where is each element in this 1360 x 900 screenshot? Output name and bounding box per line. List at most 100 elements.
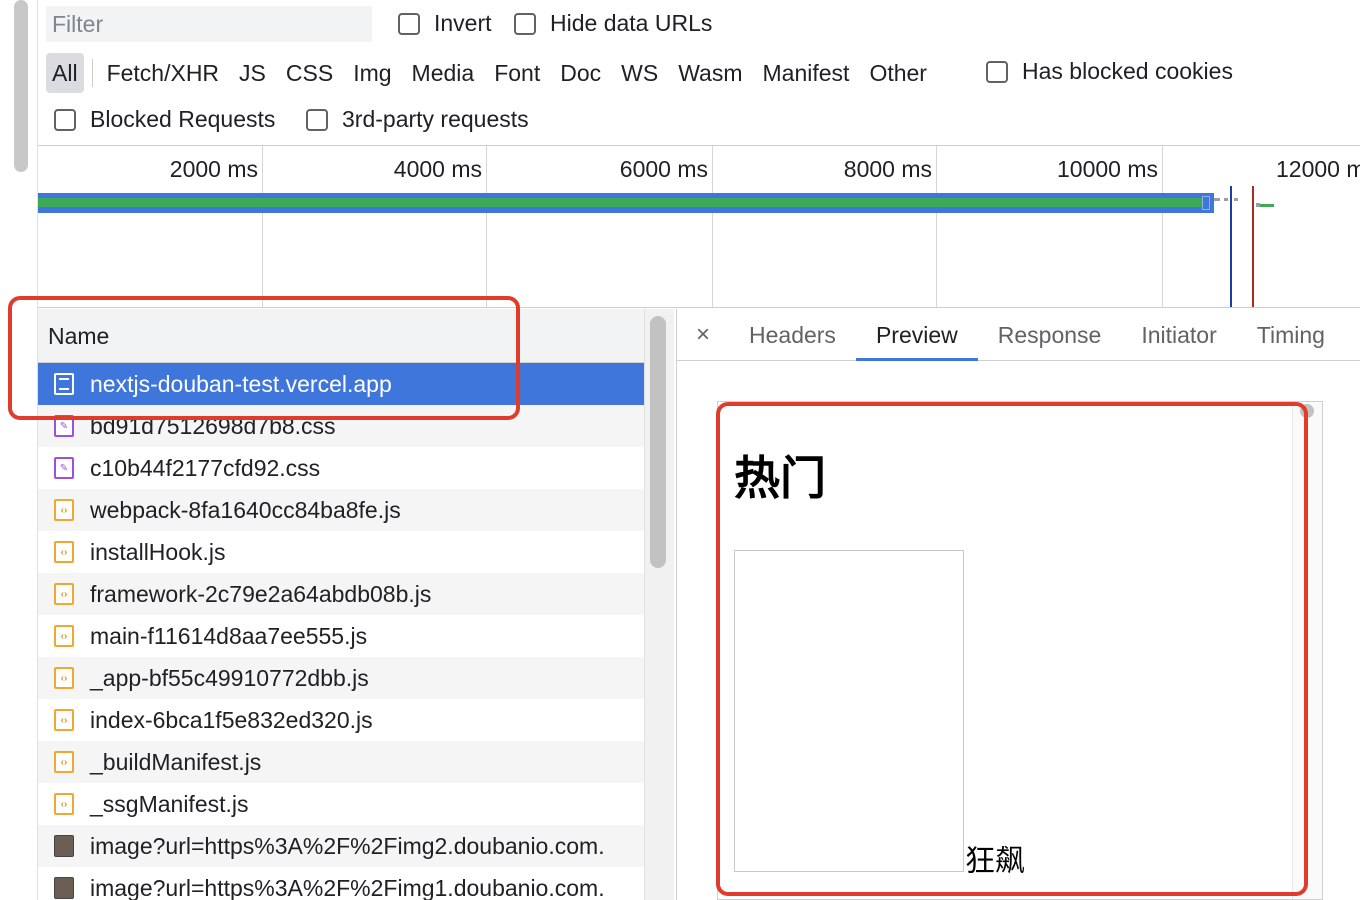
timeline-tick-label: 8000 ms bbox=[843, 156, 932, 182]
close-icon[interactable]: × bbox=[677, 321, 729, 349]
script-icon: ‹› bbox=[54, 499, 74, 521]
checkbox-box[interactable] bbox=[986, 60, 1008, 83]
third-party-requests-label: 3rd-party requests bbox=[342, 106, 529, 132]
network-overview-timeline[interactable]: 2000 ms 4000 ms 6000 ms 8000 ms 10000 ms… bbox=[38, 145, 1360, 308]
preview-caption: 狂飙 bbox=[965, 844, 1025, 879]
request-row[interactable]: ‹› _ssgManifest.js bbox=[38, 783, 644, 825]
request-name: _ssgManifest.js bbox=[90, 790, 249, 817]
script-icon: ‹› bbox=[54, 541, 74, 563]
divider bbox=[91, 59, 93, 87]
request-name: _buildManifest.js bbox=[90, 748, 262, 775]
third-party-requests-checkbox[interactable]: 3rd-party requests bbox=[306, 106, 529, 133]
type-filter-manifest[interactable]: Manifest bbox=[753, 53, 860, 93]
timeline-small-bar bbox=[1260, 204, 1274, 207]
load-event-marker bbox=[1252, 186, 1254, 307]
tab-initiator[interactable]: Initiator bbox=[1121, 309, 1236, 361]
request-row[interactable]: ‹› _app-bf55c49910772dbb.js bbox=[38, 657, 644, 699]
hide-data-urls-label: Hide data URLs bbox=[550, 10, 713, 36]
request-rows: nextjs-douban-test.vercel.app ✎ bd91d75126… bbox=[38, 363, 644, 900]
request-row[interactable]: ✎ bd91d7512698d7b8.css bbox=[38, 405, 644, 447]
gutter-scrollbar[interactable] bbox=[14, 0, 28, 172]
blocked-requests-label: Blocked Requests bbox=[90, 106, 276, 132]
request-name: image?url=https%3A%2F%2Fimg1.doubanio.co… bbox=[90, 874, 605, 900]
type-filter-js[interactable]: JS bbox=[229, 53, 276, 93]
tab-preview[interactable]: Preview bbox=[855, 309, 978, 361]
resource-type-filters: All Fetch/XHR JS CSS Img Media Font Doc … bbox=[46, 52, 937, 94]
blocked-requests-checkbox[interactable]: Blocked Requests bbox=[54, 106, 275, 133]
checkbox-box[interactable] bbox=[514, 12, 536, 35]
timeline-dash bbox=[1214, 198, 1220, 201]
timeline-gridline bbox=[712, 146, 713, 307]
request-row[interactable]: ‹› main-f11614d8aa7ee555.js bbox=[38, 615, 644, 657]
request-name: _app-bf55c49910772dbb.js bbox=[90, 664, 369, 691]
document-icon bbox=[54, 373, 74, 395]
image-icon bbox=[54, 835, 74, 857]
type-filter-wasm[interactable]: Wasm bbox=[668, 53, 752, 93]
request-name: index-6bca1f5e832ed320.js bbox=[90, 706, 373, 733]
script-icon: ‹› bbox=[54, 667, 74, 689]
type-filter-css[interactable]: CSS bbox=[276, 53, 343, 93]
detail-tabs: × Headers Preview Response Initiator Tim… bbox=[677, 309, 1360, 361]
tab-timing[interactable]: Timing bbox=[1237, 309, 1345, 361]
request-list-scrollbar-thumb[interactable] bbox=[650, 316, 666, 568]
request-row[interactable]: ‹› _buildManifest.js bbox=[38, 741, 644, 783]
request-name: image?url=https%3A%2F%2Fimg2.doubanio.co… bbox=[90, 832, 605, 859]
type-filter-img[interactable]: Img bbox=[343, 53, 401, 93]
preview-frame[interactable]: 热门 狂飙 bbox=[717, 401, 1323, 900]
has-blocked-cookies-label: Has blocked cookies bbox=[1022, 58, 1233, 84]
script-icon: ‹› bbox=[54, 793, 74, 815]
request-list: Name nextjs-douban-test.vercel.app ✎ bd91d… bbox=[38, 309, 644, 900]
timeline-gridline bbox=[936, 146, 937, 307]
request-name: nextjs-douban-test.vercel.app bbox=[90, 370, 392, 397]
tab-headers[interactable]: Headers bbox=[729, 309, 856, 361]
invert-checkbox[interactable]: Invert bbox=[398, 10, 492, 37]
preview-poster-image bbox=[734, 550, 964, 872]
name-column-header[interactable]: Name bbox=[38, 309, 644, 363]
request-row[interactable]: ‹› installHook.js bbox=[38, 531, 644, 573]
checkbox-box[interactable] bbox=[306, 108, 328, 131]
request-detail-panel: × Headers Preview Response Initiator Tim… bbox=[676, 309, 1360, 900]
preview-heading: 热门 bbox=[734, 451, 826, 505]
invert-label: Invert bbox=[434, 10, 492, 36]
request-row[interactable]: ‹› framework-2c79e2a64abdb08b.js bbox=[38, 573, 644, 615]
preview-scrollbar-thumb[interactable] bbox=[1300, 404, 1314, 418]
tab-response[interactable]: Response bbox=[978, 309, 1122, 361]
request-row[interactable]: ✎ c10b44f2177cfd92.css bbox=[38, 447, 644, 489]
image-icon bbox=[54, 877, 74, 899]
timeline-dash bbox=[1234, 198, 1238, 201]
has-blocked-cookies-checkbox[interactable]: Has blocked cookies bbox=[986, 58, 1233, 85]
hide-data-urls-checkbox[interactable]: Hide data URLs bbox=[514, 10, 712, 37]
request-name: installHook.js bbox=[90, 538, 226, 565]
timeline-bar-end bbox=[1202, 196, 1210, 210]
type-filter-doc[interactable]: Doc bbox=[550, 53, 611, 93]
timeline-gridline bbox=[1162, 146, 1163, 307]
request-row[interactable]: image?url=https%3A%2F%2Fimg2.doubanio.co… bbox=[38, 825, 644, 867]
type-filter-fetch-xhr[interactable]: Fetch/XHR bbox=[97, 53, 229, 93]
request-row[interactable]: nextjs-douban-test.vercel.app bbox=[38, 363, 644, 405]
script-icon: ‹› bbox=[54, 583, 74, 605]
timeline-gridline bbox=[486, 146, 487, 307]
request-name: webpack-8fa1640cc84ba8fe.js bbox=[90, 496, 401, 523]
timeline-tick-label: 2000 ms bbox=[169, 156, 258, 182]
script-icon: ‹› bbox=[54, 751, 74, 773]
timeline-tick-label: 6000 ms bbox=[619, 156, 708, 182]
request-row[interactable]: ‹› index-6bca1f5e832ed320.js bbox=[38, 699, 644, 741]
request-row[interactable]: ‹› webpack-8fa1640cc84ba8fe.js bbox=[38, 489, 644, 531]
type-filter-font[interactable]: Font bbox=[484, 53, 550, 93]
type-filter-media[interactable]: Media bbox=[402, 53, 485, 93]
script-icon: ‹› bbox=[54, 709, 74, 731]
checkbox-box[interactable] bbox=[398, 12, 420, 35]
request-row[interactable]: image?url=https%3A%2F%2Fimg1.doubanio.co… bbox=[38, 867, 644, 900]
checkbox-box[interactable] bbox=[54, 108, 76, 131]
timeline-gridline bbox=[262, 146, 263, 307]
timeline-dash bbox=[1224, 198, 1228, 201]
preview-scrollbar[interactable] bbox=[1292, 402, 1322, 899]
request-name: framework-2c79e2a64abdb08b.js bbox=[90, 580, 432, 607]
type-filter-ws[interactable]: WS bbox=[611, 53, 668, 93]
left-gutter bbox=[0, 0, 38, 900]
type-filter-all[interactable]: All bbox=[46, 53, 84, 93]
type-filter-other[interactable]: Other bbox=[859, 53, 937, 93]
timeline-tick-label: 10000 ms bbox=[1056, 156, 1158, 182]
stylesheet-icon: ✎ bbox=[54, 457, 74, 479]
filter-input[interactable] bbox=[46, 6, 372, 42]
